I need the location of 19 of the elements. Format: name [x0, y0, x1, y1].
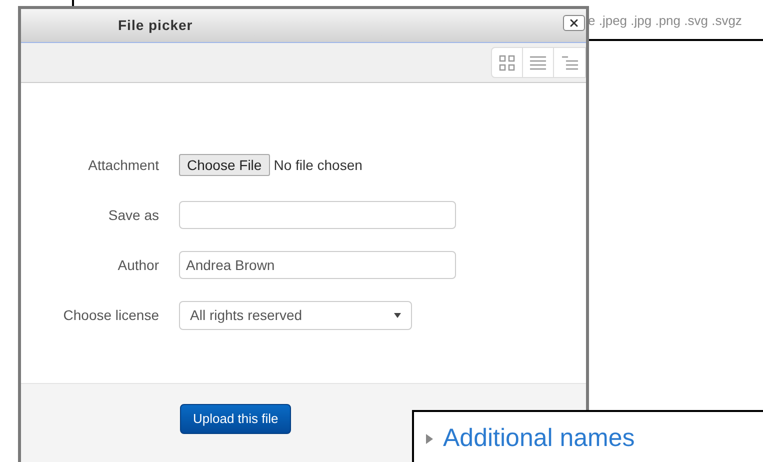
file-status: No file chosen: [274, 156, 362, 174]
field-label: Author: [116, 256, 159, 274]
text-field[interactable]: Andrea Brown: [179, 251, 456, 279]
choose-file-button[interactable]: Choose File: [179, 154, 270, 176]
field-label: Attachment: [87, 156, 159, 174]
upload-button[interactable]: Upload this file: [180, 404, 292, 434]
window-title: File picker: [118, 16, 193, 35]
list-view-icon: [530, 56, 546, 70]
expand-arrow-icon[interactable]: [426, 434, 433, 444]
close-icon: [568, 17, 580, 29]
tree-view-icon: [562, 56, 578, 70]
section-title[interactable]: Additional names: [443, 426, 635, 451]
close-button[interactable]: [563, 15, 585, 31]
field-label: Choose license: [62, 306, 159, 324]
grid-view-icon: [499, 54, 515, 70]
text-field[interactable]: [179, 201, 456, 229]
license-dropdown[interactable]: All rights reserved: [179, 300, 412, 330]
dropdown-caret-icon: [394, 312, 401, 318]
field-label: Save as: [107, 206, 159, 224]
